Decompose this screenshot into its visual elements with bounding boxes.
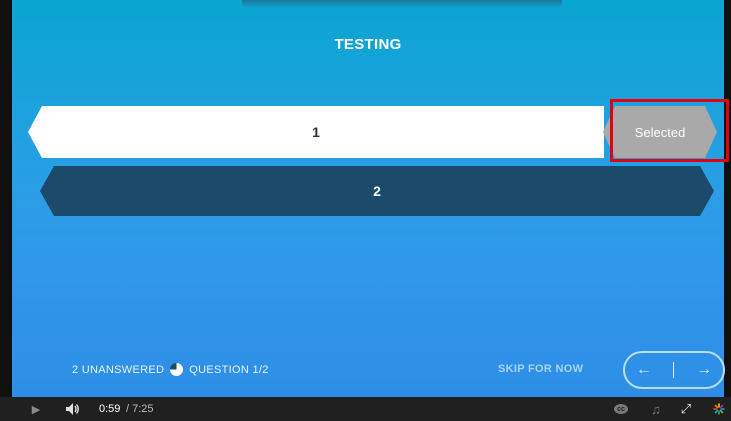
- video-player-bar: ▶ 0:59 / 7:25 cc ♫ ⤢: [0, 397, 731, 421]
- next-arrow-button[interactable]: →: [696, 361, 712, 379]
- quiz-title: TESTING: [334, 36, 402, 53]
- total-time: / 7:25: [126, 403, 154, 415]
- cc-icon[interactable]: cc: [612, 397, 630, 421]
- answer-option-2-label: 2: [373, 183, 381, 199]
- top-shadow: [242, 0, 562, 8]
- question-nav: ← →: [623, 351, 725, 389]
- current-time: 0:59: [99, 403, 121, 415]
- volume-icon[interactable]: [64, 397, 82, 421]
- nav-divider: [673, 362, 675, 378]
- left-edge: [0, 0, 12, 397]
- right-edge: [724, 0, 731, 397]
- highlight-box: [610, 99, 729, 162]
- cc-label: cc: [614, 404, 628, 414]
- answer-option-1[interactable]: 1: [28, 106, 604, 158]
- prev-arrow-button[interactable]: ←: [636, 361, 652, 379]
- logo-icon[interactable]: [711, 397, 727, 421]
- answer-option-1-label: 1: [312, 124, 320, 140]
- skip-button[interactable]: SKIP FOR NOW: [498, 363, 583, 375]
- quiz-status: 2 UNANSWERED QUESTION 1/2: [72, 363, 269, 376]
- play-icon[interactable]: ▶: [29, 397, 43, 421]
- question-counter: QUESTION 1/2: [189, 363, 269, 376]
- video-stage: TESTING 1 2 2 UNANSWERED QUESTION 1/2 SK…: [0, 0, 731, 421]
- progress-pie-icon: [170, 363, 184, 376]
- music-icon[interactable]: ♫: [648, 397, 664, 421]
- unanswered-count: 2 UNANSWERED: [72, 363, 165, 376]
- quiz-panel: TESTING 1 2 2 UNANSWERED QUESTION 1/2 SK…: [12, 0, 724, 397]
- fullscreen-icon[interactable]: ⤢: [678, 397, 694, 421]
- answer-option-2[interactable]: 2: [40, 166, 714, 216]
